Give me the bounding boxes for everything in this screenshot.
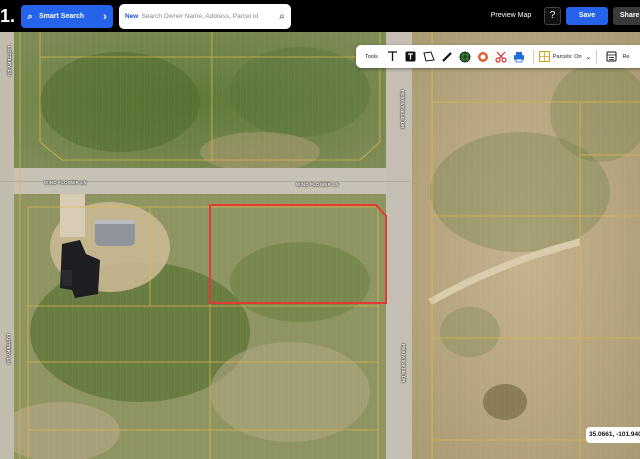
polygon-tool-icon[interactable] [420, 48, 438, 66]
street-label-periwinkle-top: PERIWINKLE DR [400, 90, 405, 129]
search-icon: ⌕ [27, 11, 33, 21]
toolbar-divider [596, 49, 598, 64]
search-input[interactable]: New Search Owner Name, Address, Parcel i… [119, 4, 291, 29]
globe-tool-icon[interactable] [456, 48, 474, 66]
coordinates-readout: 35.0661, -101.940 [586, 427, 640, 443]
report-label[interactable]: Re [622, 54, 629, 60]
map-imagery [0, 32, 640, 459]
app-logo[interactable]: 1. [0, 4, 14, 28]
share-button[interactable]: Share [613, 7, 640, 25]
new-badge: New [125, 13, 139, 20]
ruler-tool-icon[interactable] [438, 48, 456, 66]
help-button[interactable]: ? [544, 7, 561, 25]
smart-search-button[interactable]: ⌕ Smart Search › [21, 5, 113, 28]
magnifier-icon[interactable]: ⌕ [273, 11, 291, 22]
tools-toolbar: Tools Parcels: On ⌄ Re [356, 45, 640, 68]
top-bar: 1. ⌕ Smart Search › New Search Owner Nam… [0, 0, 640, 32]
scissors-tool-icon[interactable] [492, 48, 510, 66]
search-placeholder: Search Owner Name, Address, Parcel id [141, 13, 259, 20]
text-box-tool-icon[interactable] [402, 48, 420, 66]
tools-label: Tools [365, 53, 378, 60]
satellite-map[interactable]: WIND FLOWER LN WIND FLOWER LN PERIWINKLE… [0, 32, 640, 459]
save-button[interactable]: Save [566, 7, 608, 25]
report-icon[interactable] [602, 48, 620, 66]
street-label-periwinkle-bottom: PERIWINKLE DR [401, 344, 406, 383]
print-tool-icon[interactable] [510, 48, 528, 66]
street-label-wind-flower-right: WIND FLOWER LN [296, 182, 339, 187]
parcels-label: Parcels: On [552, 53, 582, 60]
chevron-right-icon: › [103, 10, 107, 23]
chevron-down-icon: ⌄ [585, 53, 592, 61]
smart-search-label: Smart Search [39, 13, 85, 20]
text-tool-icon[interactable] [384, 48, 402, 66]
preview-map-button[interactable]: Preview Map [482, 8, 540, 24]
street-label-left-top: LOTTERY LN [7, 46, 12, 76]
parcels-toggle-dropdown[interactable]: Parcels: On ⌄ [538, 51, 592, 62]
toolbar-divider [532, 49, 534, 64]
street-label-left-bottom: LOTTERY LN [6, 334, 11, 364]
target-tool-icon[interactable] [474, 48, 492, 66]
street-label-wind-flower-left: WIND FLOWER LN [44, 180, 87, 185]
parcels-icon [538, 51, 550, 62]
